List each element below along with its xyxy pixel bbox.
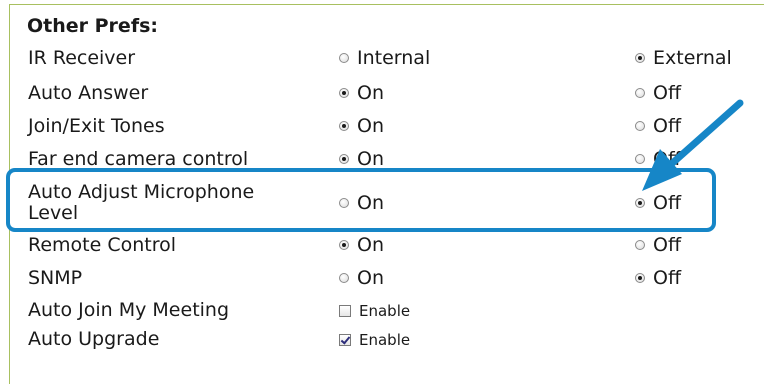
arrow-pointer-icon bbox=[642, 99, 744, 191]
